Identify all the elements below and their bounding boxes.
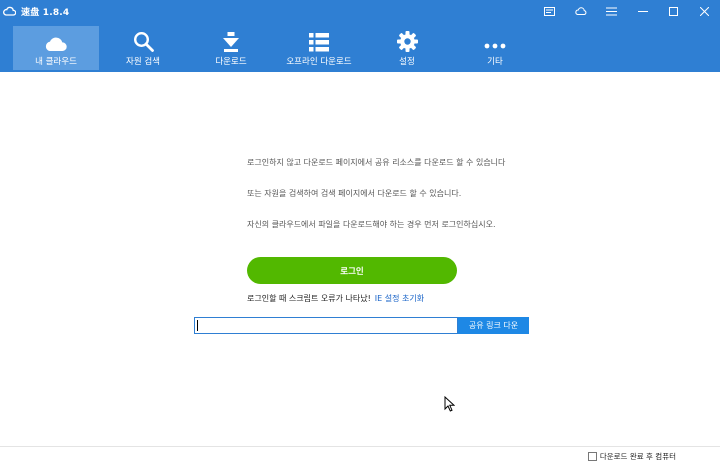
more-icon	[452, 26, 538, 52]
shutdown-label: 다운로드 완료 후 컴퓨터	[599, 452, 676, 461]
text-caret	[197, 320, 198, 331]
search-icon	[100, 26, 186, 52]
tab-offline-download[interactable]: 오프라인 다운로드	[276, 26, 362, 70]
tab-label: 내 클라우드	[35, 57, 77, 67]
tab-my-cloud[interactable]: 내 클라우드	[13, 26, 99, 70]
menu-icon[interactable]	[596, 0, 627, 22]
tab-settings[interactable]: 설정	[364, 26, 450, 70]
tab-resource-search[interactable]: 자원 검색	[100, 26, 186, 70]
app-title: 速盘 1.8.4	[21, 7, 70, 18]
gear-icon	[364, 26, 450, 52]
main-toolbar: 내 클라우드 자원 검색 다운로드 오프라인 다운로드 설정 기타	[0, 22, 720, 72]
download-icon	[188, 26, 274, 52]
cloud-sync-icon[interactable]	[565, 0, 596, 22]
shutdown-after-download-option[interactable]: 다운로드 완료 후 컴퓨터	[587, 451, 676, 462]
shutdown-checkbox[interactable]	[587, 452, 597, 461]
mouse-pointer-icon	[444, 395, 456, 416]
share-link-download-button[interactable]: 공유 링크 다운	[458, 317, 529, 334]
window-controls	[534, 0, 720, 22]
maximize-icon[interactable]	[658, 0, 689, 22]
login-button[interactable]: 로그인	[247, 257, 457, 284]
tab-label: 기타	[487, 57, 503, 67]
script-error-text: 로그인할 때 스크립트 오류가 나타났!	[247, 294, 371, 303]
script-error-notice: 로그인할 때 스크립트 오류가 나타났! IE 설정 초기화	[247, 293, 424, 304]
info-message: 또는 자원을 검색하여 검색 페이지에서 다운로드 할 수 있습니다.	[247, 189, 462, 198]
tab-download[interactable]: 다운로드	[188, 26, 274, 70]
tab-label: 다운로드	[215, 57, 247, 67]
cloud-icon	[13, 26, 99, 52]
tab-label: 자원 검색	[126, 57, 160, 67]
close-icon[interactable]	[689, 0, 720, 22]
tab-label: 오프라인 다운로드	[286, 57, 352, 67]
list-icon	[276, 26, 362, 52]
app-logo-icon	[3, 4, 17, 18]
info-message: 자신의 클라우드에서 파일을 다운로드해야 하는 경우 먼저 로그인하십시오.	[247, 220, 496, 229]
skin-icon[interactable]	[534, 0, 565, 22]
share-link-input[interactable]	[194, 317, 458, 334]
status-bar: 다운로드 완료 후 컴퓨터	[0, 446, 720, 464]
minimize-icon[interactable]	[627, 0, 658, 22]
tab-more[interactable]: 기타	[452, 26, 538, 70]
app-window: 速盘 1.8.4 내 클라우드 자원 검색 다운로드 오프라인 다운로드 설정 …	[0, 0, 720, 464]
ie-reset-link[interactable]: IE 설정 초기화	[375, 294, 424, 303]
tab-label: 설정	[399, 57, 415, 67]
title-bar: 速盘 1.8.4	[0, 0, 720, 22]
info-message: 로그인하지 않고 다운로드 페이지에서 공유 리소스를 다운로드 할 수 있습니…	[247, 158, 506, 167]
